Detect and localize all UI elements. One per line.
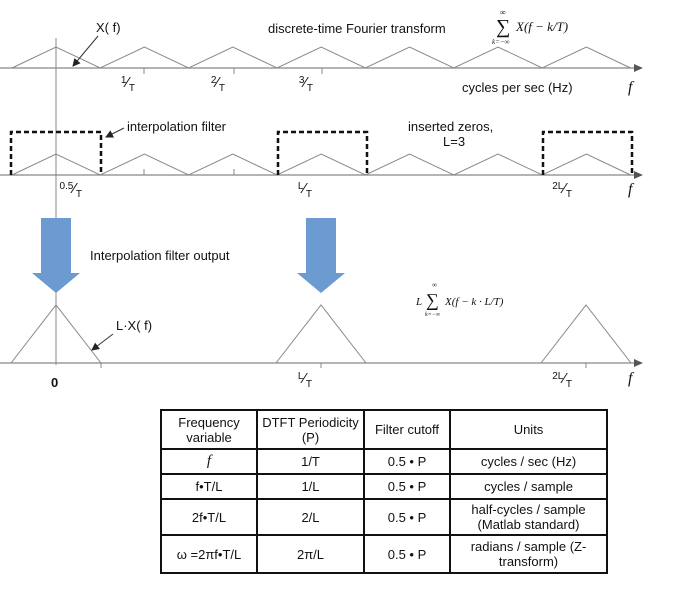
spectrum-line — [11, 46, 631, 69]
tick-label: 2⁄T — [211, 74, 225, 94]
svg-text:X(f − k/T): X(f − k/T) — [515, 19, 568, 34]
svg-text:L: L — [415, 296, 422, 308]
top-ticks — [143, 68, 323, 74]
header-cell: Units — [449, 409, 608, 450]
svg-text:X(f − k · L/T): X(f − k · L/T) — [444, 296, 504, 308]
header-cell: DTFT Periodicity (P) — [256, 409, 365, 450]
table-cell: 0.5 • P — [363, 473, 451, 500]
dtft-formula: ∞ ∑ k=−∞ X(f − k/T) — [492, 8, 568, 46]
table-cell: 2π/L — [256, 534, 365, 574]
tick-label: 0.5⁄T — [59, 180, 82, 200]
lx-f-label: L·X( f) — [116, 318, 152, 333]
table-cell: 0.5 • P — [363, 498, 451, 536]
zero-label: 0 — [51, 375, 58, 390]
table-row: f•T/L 1/L 0.5 • Pcycles / sample — [160, 473, 608, 500]
table-cell: cycles / sec (Hz) — [449, 448, 608, 475]
svg-text:k=−∞: k=−∞ — [425, 312, 441, 318]
filter-output-label: Interpolation filter output — [90, 248, 230, 263]
header-cell: Frequency variable — [160, 409, 258, 450]
table-cell: f — [160, 448, 258, 475]
tick-label: 2L⁄T — [552, 370, 572, 390]
bottom-axis-f-symbol: f — [628, 370, 635, 387]
table-cell: radians / sample (Z-transform) — [449, 534, 608, 574]
middle-axis-arrowhead — [634, 171, 643, 179]
table-header-row: Frequency variable DTFT Periodicity (P) … — [160, 409, 608, 450]
bottom-spectrum — [10, 304, 632, 368]
x-f-label: X( f) — [96, 20, 121, 35]
output-formula: L ∞ ∑ k=−∞ X(f − k · L/T) — [415, 281, 504, 318]
table-row: 2f•T/L 2/L 0.5 • Phalf-cycles / sample (Ma… — [160, 498, 608, 536]
table-cell: 2/L — [256, 498, 365, 536]
middle-ticks — [143, 169, 235, 175]
table-row: f 1/T 0.5 • Pcycles / sec (Hz) — [160, 448, 608, 475]
spectrum-line — [11, 153, 631, 176]
header-cell: Filter cutoff — [363, 409, 451, 450]
interpolation-filter-boxes — [9, 130, 634, 175]
diagram: X( f) discrete-time Fourier transform ∞ … — [0, 8, 643, 390]
bottom-axis-arrowhead — [634, 359, 643, 367]
frequency-variable-table: Frequency variable DTFT Periodicity (P) … — [160, 409, 608, 574]
filter-pointer — [105, 127, 125, 138]
table-cell: 1/T — [256, 448, 365, 475]
table-cell: 1/L — [256, 473, 365, 500]
svg-text:∑: ∑ — [496, 16, 510, 38]
lx-f-pointer — [91, 333, 114, 351]
svg-text:k=−∞: k=−∞ — [492, 38, 510, 46]
interpolation-filter-label: interpolation filter — [127, 119, 227, 134]
inserted-zeros-value: L=3 — [443, 134, 465, 149]
top-axis-f-symbol: f — [628, 79, 635, 96]
table-cell: ω =2πf•T/L — [160, 534, 258, 574]
inserted-zeros-label: inserted zeros, — [408, 119, 493, 134]
table-row: ω =2πf•T/L 2π/L 0.5 • Pradians / sample (Z… — [160, 534, 608, 574]
tick-label: 3⁄T — [299, 74, 313, 94]
axis-units-label: cycles per sec (Hz) — [462, 80, 573, 95]
middle-axis-f-symbol: f — [628, 181, 635, 198]
table-cell: half-cycles / sample (Matlab standard) — [449, 498, 608, 536]
dtft-title: discrete-time Fourier transform — [268, 21, 446, 36]
table-cell: 0.5 • P — [363, 448, 451, 475]
table-cell: 2f•T/L — [160, 498, 258, 536]
svg-text:∑: ∑ — [426, 290, 439, 310]
table-cell: cycles / sample — [449, 473, 608, 500]
middle-spectrum — [11, 153, 631, 176]
svg-text:∞: ∞ — [432, 281, 437, 289]
table-cell: 0.5 • P — [363, 534, 451, 574]
top-spectrum — [11, 46, 631, 69]
top-axis-arrowhead — [634, 64, 643, 72]
output-arrow-l — [297, 218, 345, 293]
tick-label: L⁄T — [298, 180, 312, 200]
tick-label: 2L⁄T — [552, 180, 572, 200]
tick-label: L⁄T — [298, 370, 312, 390]
tick-label: 1⁄T — [121, 74, 135, 94]
output-arrow-0 — [32, 218, 80, 293]
table-cell: f•T/L — [160, 473, 258, 500]
